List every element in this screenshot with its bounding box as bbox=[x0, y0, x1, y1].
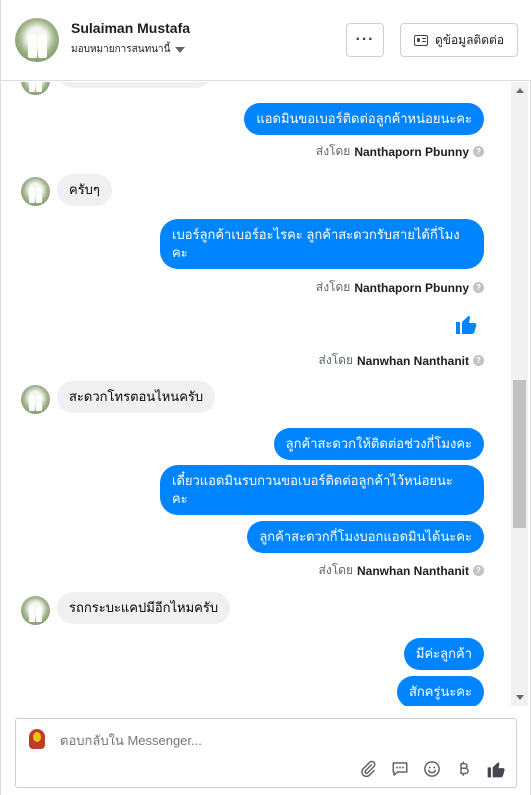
reply-composer bbox=[15, 718, 517, 788]
contact-card-icon bbox=[413, 34, 428, 46]
message-bubble-outgoing: มีค่ะลูกค้า bbox=[403, 638, 484, 670]
scroll-down-arrow-icon[interactable] bbox=[516, 695, 524, 700]
scrollbar-thumb[interactable] bbox=[513, 380, 526, 528]
sender-avatar bbox=[21, 177, 50, 206]
sent-by-label: ส่งโดย Nanwhan Nanthanit ? bbox=[319, 561, 484, 580]
page-avatar bbox=[25, 727, 49, 751]
message-bubble-outgoing: ลูกค้าสะดวกให้ติดต่อช่วงกี่โมงคะ bbox=[273, 428, 484, 460]
messenger-panel: Sulaiman Mustafa มอบหมายการสนทนานี้ ··· … bbox=[0, 0, 531, 795]
sent-by-label: ส่งโดย Nanwhan Nanthanit ? bbox=[319, 351, 484, 370]
help-icon[interactable]: ? bbox=[473, 282, 484, 293]
message-bubble-outgoing: เบอร์ลูกค้าเบอร์อะไรคะ ลูกค้าสะดวกรับสาย… bbox=[160, 219, 484, 269]
thumbs-up-icon[interactable] bbox=[486, 759, 506, 779]
sender-avatar bbox=[21, 82, 50, 95]
conversation-header: Sulaiman Mustafa มอบหมายการสนทนานี้ ··· … bbox=[1, 0, 531, 81]
view-contact-label: ดูข้อมูลติดต่อ bbox=[434, 32, 505, 47]
composer-toolbar bbox=[358, 759, 506, 779]
message-bubble-outgoing: แอดมินขอเบอร์ติดต่อลูกค้าหน่อยนะคะ bbox=[244, 103, 484, 135]
help-icon[interactable]: ? bbox=[473, 146, 484, 157]
speech-bubble-icon[interactable] bbox=[390, 759, 410, 779]
more-options-button[interactable]: ··· bbox=[346, 23, 384, 57]
contact-name[interactable]: Sulaiman Mustafa bbox=[71, 20, 190, 36]
reply-input[interactable] bbox=[60, 733, 360, 748]
assign-label: มอบหมายการสนทนานี้ bbox=[71, 44, 171, 55]
caret-down-icon bbox=[175, 46, 186, 53]
assign-conversation-dropdown[interactable]: มอบหมายการสนทนานี้ bbox=[71, 42, 186, 57]
message-bubble-outgoing: สักครู่นะคะ bbox=[396, 676, 484, 706]
sender-name: Nanthaporn Pbunny bbox=[354, 144, 469, 159]
sender-avatar bbox=[21, 596, 50, 625]
baht-icon[interactable] bbox=[454, 759, 474, 779]
help-icon[interactable]: ? bbox=[473, 565, 484, 576]
message-bubble-incoming: รถกระบะแคปมีอีกไหมครับ bbox=[57, 592, 231, 624]
contact-avatar[interactable] bbox=[15, 18, 59, 62]
message-thread: แอดมินขอเบอร์ติดต่อลูกค้าหน่อยนะคะ ส่งโด… bbox=[1, 82, 511, 706]
sender-name: Nanwhan Nanthanit bbox=[356, 353, 469, 368]
sent-by-label: ส่งโดย Nanthaporn Pbunny ? bbox=[316, 278, 484, 297]
smiley-icon[interactable] bbox=[422, 759, 442, 779]
sender-name: Nanthaporn Pbunny bbox=[354, 280, 469, 295]
message-bubble-incoming bbox=[57, 82, 212, 88]
thread-scrollbar[interactable] bbox=[511, 82, 528, 706]
sent-by-label: ส่งโดย Nanthaporn Pbunny ? bbox=[316, 142, 484, 161]
paperclip-icon[interactable] bbox=[358, 759, 378, 779]
sender-avatar bbox=[21, 385, 50, 414]
sender-name: Nanwhan Nanthanit bbox=[356, 563, 469, 578]
help-icon[interactable]: ? bbox=[473, 355, 484, 366]
view-contact-button[interactable]: ดูข้อมูลติดต่อ bbox=[400, 23, 518, 57]
message-bubble-outgoing: เดี๋ยวแอดมินรบกวนขอเบอร์ติดต่อลูกค้าไว้ห… bbox=[160, 465, 484, 515]
message-bubble-incoming: สะดวกโทรตอนไหนครับ bbox=[57, 381, 216, 413]
message-bubble-outgoing: ลูกค้าสะดวกกี่โมงบอกแอดมินได้นะคะ bbox=[247, 521, 484, 553]
scroll-up-arrow-icon[interactable] bbox=[516, 88, 524, 93]
thumbs-up-icon bbox=[454, 312, 478, 341]
message-bubble-incoming: ครับๆ bbox=[57, 174, 112, 206]
